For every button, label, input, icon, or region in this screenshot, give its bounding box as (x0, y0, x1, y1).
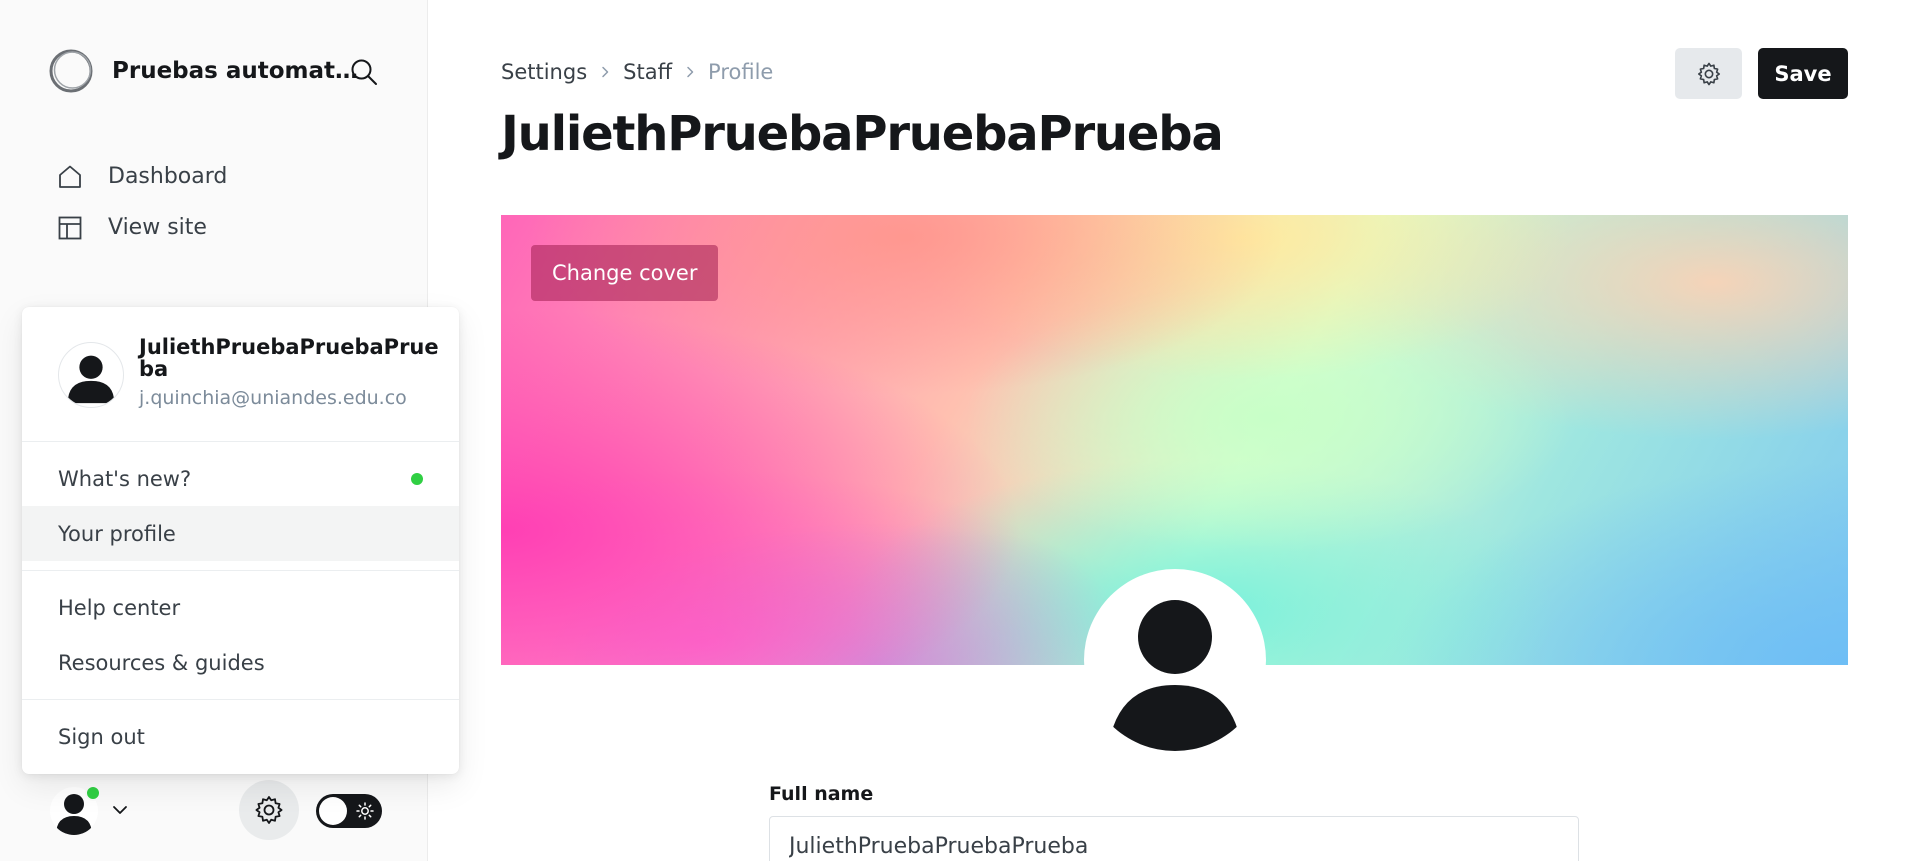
menu-item-label: Sign out (58, 724, 145, 749)
menu-item-resources-guides[interactable]: Resources & guides (22, 635, 459, 690)
layout-icon (56, 214, 84, 242)
user-menu-header: JuliethPruebaPruebaPrueba j.quinchia@uni… (22, 307, 459, 442)
chevron-down-icon[interactable] (110, 800, 130, 820)
user-email: j.quinchia@uniandes.edu.co (139, 387, 407, 409)
profile-picture[interactable] (1084, 569, 1266, 751)
user-icon (1111, 600, 1239, 751)
sun-icon (356, 802, 374, 820)
breadcrumb-staff[interactable]: Staff (623, 60, 672, 84)
menu-item-help-center[interactable]: Help center (22, 580, 459, 635)
online-status-dot (85, 785, 101, 801)
user-menu: JuliethPruebaPruebaPrueba j.quinchia@uni… (22, 307, 459, 774)
sidebar-nav: Dashboard View site (56, 151, 396, 253)
search-icon[interactable] (347, 55, 381, 89)
page-title: JuliethPruebaPruebaPrueba (501, 106, 1224, 162)
menu-item-label: Help center (58, 595, 181, 620)
sidebar-item-label: View site (108, 215, 207, 240)
gear-icon (1697, 62, 1720, 85)
chevron-right-icon (599, 66, 611, 78)
menu-item-label: What's new? (58, 466, 192, 491)
user-icon (67, 355, 115, 404)
user-menu-section: What's new? Your profile (22, 442, 459, 571)
chevron-right-icon (684, 66, 696, 78)
site-logo-icon (49, 49, 93, 93)
breadcrumb: Settings Staff Profile (501, 60, 773, 84)
user-menu-section: Help center Resources & guides (22, 571, 459, 700)
new-indicator-dot (411, 473, 423, 485)
menu-item-label: Resources & guides (58, 650, 265, 675)
toggle-knob (319, 797, 347, 825)
menu-item-label: Your profile (58, 521, 176, 546)
site-title: Pruebas automat… (112, 58, 359, 84)
profile-settings-button[interactable] (1675, 48, 1742, 99)
settings-button[interactable] (239, 780, 299, 840)
home-icon (56, 163, 84, 191)
menu-item-sign-out[interactable]: Sign out (22, 709, 459, 764)
user-name: JuliethPruebaPruebaPrueba (139, 335, 439, 381)
avatar (58, 342, 124, 408)
change-cover-button[interactable]: Change cover (531, 245, 719, 301)
menu-item-whats-new[interactable]: What's new? (22, 451, 459, 506)
theme-toggle[interactable] (316, 794, 382, 828)
save-button[interactable]: Save (1758, 48, 1848, 99)
breadcrumb-settings[interactable]: Settings (501, 60, 587, 84)
gear-icon (255, 796, 283, 824)
brand[interactable]: Pruebas automat… (48, 48, 358, 94)
full-name-label: Full name (769, 783, 874, 805)
sidebar-item-label: Dashboard (108, 164, 228, 189)
full-name-input[interactable] (769, 816, 1579, 861)
sidebar-item-view-site[interactable]: View site (56, 202, 396, 253)
user-menu-section: Sign out (22, 700, 459, 773)
breadcrumb-current: Profile (708, 60, 774, 84)
menu-item-your-profile[interactable]: Your profile (22, 506, 459, 561)
sidebar-item-dashboard[interactable]: Dashboard (56, 151, 396, 202)
